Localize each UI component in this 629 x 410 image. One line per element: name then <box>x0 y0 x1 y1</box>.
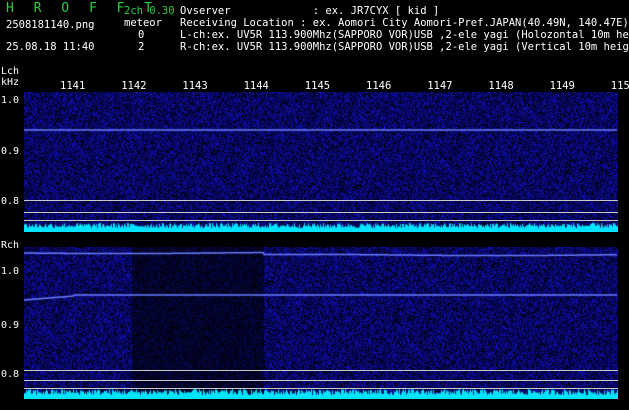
freq-tick-1143: 1143 <box>182 80 208 92</box>
version-label: 2ch 0.30 <box>124 5 175 17</box>
count-label: meteor <box>124 17 162 29</box>
lch-waterfall <box>24 92 618 232</box>
file-name: 2508181140.png <box>6 19 95 31</box>
freq-tick-1142: 1142 <box>121 80 147 92</box>
freq-tick-1144: 1144 <box>243 80 269 92</box>
lch-count: 0 <box>138 29 145 41</box>
rch-guide-line <box>24 380 618 381</box>
lch-ytick-0.9: 0.9 <box>1 146 20 157</box>
lch-ytick-1.0: 1.0 <box>1 95 20 106</box>
freq-tick-1149: 1149 <box>549 80 575 92</box>
rch-config-line: R-ch:ex. UV5R 113.900Mhz(SAPPORO VOR)USB… <box>180 41 629 53</box>
lch-config-line: L-ch:ex. UV5R 113.900Mhz(SAPPORO VOR)USB… <box>180 29 629 41</box>
rch-label: Rch <box>1 240 20 251</box>
lch-guide-line <box>24 212 618 213</box>
rch-ytick-1.0: 1.0 <box>1 266 20 277</box>
timestamp: 25.08.18 11:40 <box>6 41 95 53</box>
khz-label: kHz <box>1 77 20 88</box>
lch-label: Lch <box>1 66 20 77</box>
freq-tick-1150: 1150 <box>610 80 629 92</box>
rch-guide-line <box>24 388 618 389</box>
observer-line: Ovserver : ex. JR7CYX [ kid ] <box>180 5 440 17</box>
lch-guide-line <box>24 220 618 221</box>
rch-guide-line <box>24 370 618 371</box>
freq-tick-1148: 1148 <box>488 80 514 92</box>
rch-ytick-0.8: 0.8 <box>1 369 20 380</box>
lch-waterfall-canvas <box>24 92 618 232</box>
lch-guide-line <box>24 200 618 201</box>
rch-ytick-0.9: 0.9 <box>1 320 20 331</box>
rch-count: 2 <box>138 41 145 53</box>
rch-waterfall <box>24 247 618 399</box>
location-line: Receiving Location : ex. Aomori City Aom… <box>180 17 629 29</box>
freq-tick-1146: 1146 <box>366 80 392 92</box>
lch-ytick-0.8: 0.8 <box>1 196 20 207</box>
rch-waterfall-canvas <box>24 247 618 399</box>
freq-tick-1147: 1147 <box>427 80 453 92</box>
freq-tick-1141: 1141 <box>60 80 86 92</box>
freq-tick-1145: 1145 <box>304 80 331 92</box>
